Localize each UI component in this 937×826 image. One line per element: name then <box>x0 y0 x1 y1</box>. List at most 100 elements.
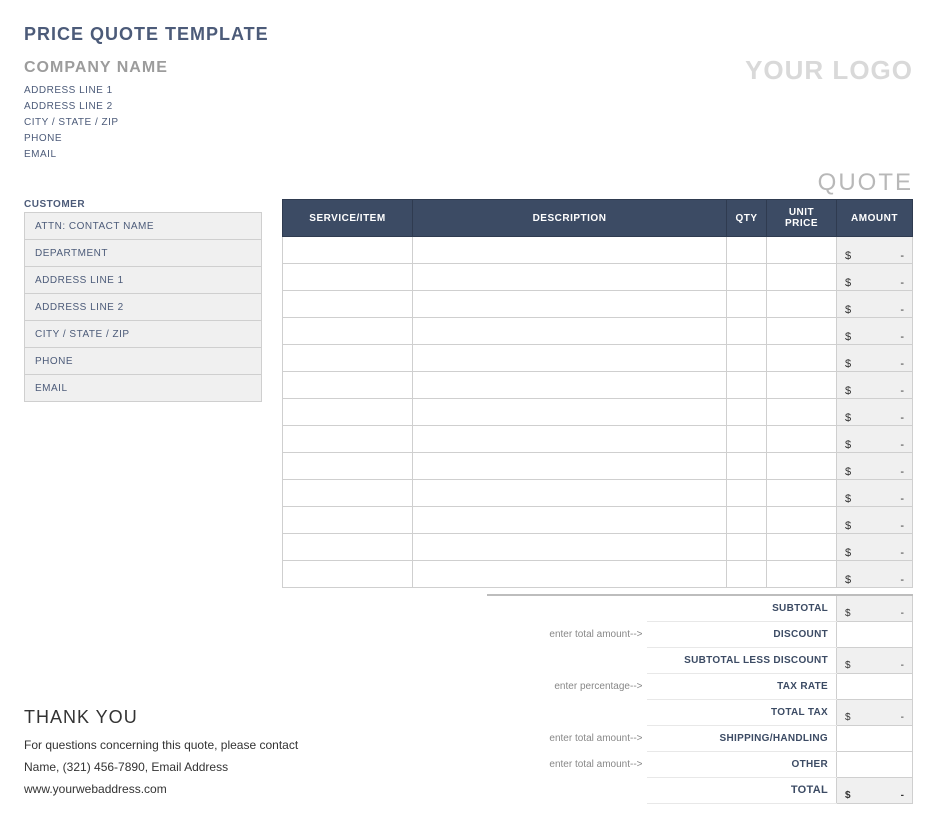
cell-qty[interactable] <box>727 561 767 588</box>
cell-amount: $- <box>837 561 913 588</box>
cell-service[interactable] <box>283 372 413 399</box>
cell-qty[interactable] <box>727 507 767 534</box>
thanks-title: THANK YOU <box>24 707 298 728</box>
cell-qty[interactable] <box>727 399 767 426</box>
cell-service[interactable] <box>283 399 413 426</box>
customer-row[interactable]: ADDRESS LINE 2 <box>25 294 262 321</box>
cell-unit-price[interactable] <box>767 453 837 480</box>
tax-rate-value[interactable] <box>837 673 913 699</box>
cell-amount: $- <box>837 264 913 291</box>
company-email: EMAIL <box>24 147 168 163</box>
totals-subtotal-less-row: SUBTOTAL LESS DISCOUNT $- <box>487 647 913 673</box>
col-unit-price: UNIT PRICE <box>767 200 837 237</box>
cell-description[interactable] <box>413 345 727 372</box>
cell-qty[interactable] <box>727 291 767 318</box>
cell-service[interactable] <box>283 561 413 588</box>
cell-qty[interactable] <box>727 453 767 480</box>
cell-description[interactable] <box>413 426 727 453</box>
cell-description[interactable] <box>413 237 727 264</box>
cell-description[interactable] <box>413 399 727 426</box>
items-table: SERVICE/ITEM DESCRIPTION QTY UNIT PRICE … <box>282 199 913 588</box>
hint: enter total amount--> <box>487 621 647 647</box>
cell-amount: $- <box>837 318 913 345</box>
cell-description[interactable] <box>413 264 727 291</box>
totals-discount-row: enter total amount--> DISCOUNT <box>487 621 913 647</box>
cell-service[interactable] <box>283 264 413 291</box>
cell-description[interactable] <box>413 372 727 399</box>
cell-description[interactable] <box>413 480 727 507</box>
shipping-value[interactable] <box>837 725 913 751</box>
col-service: SERVICE/ITEM <box>283 200 413 237</box>
subtotal-value: $- <box>837 595 913 621</box>
cell-unit-price[interactable] <box>767 318 837 345</box>
company-name: COMPANY NAME <box>24 59 168 77</box>
cell-service[interactable] <box>283 291 413 318</box>
cell-amount: $- <box>837 399 913 426</box>
table-row: $- <box>283 345 913 372</box>
cell-qty[interactable] <box>727 264 767 291</box>
header: COMPANY NAME ADDRESS LINE 1 ADDRESS LINE… <box>24 59 913 163</box>
cell-service[interactable] <box>283 507 413 534</box>
cell-qty[interactable] <box>727 534 767 561</box>
col-qty: QTY <box>727 200 767 237</box>
page-title: PRICE QUOTE TEMPLATE <box>24 24 913 45</box>
body: CUSTOMER ATTN: CONTACT NAME DEPARTMENT A… <box>24 199 913 588</box>
other-value[interactable] <box>837 751 913 777</box>
totals-total-row: TOTAL $- <box>487 777 913 803</box>
cell-service[interactable] <box>283 345 413 372</box>
subtotal-less-label: SUBTOTAL LESS DISCOUNT <box>647 647 837 673</box>
cell-qty[interactable] <box>727 480 767 507</box>
cell-service[interactable] <box>283 426 413 453</box>
totals-shipping-row: enter total amount--> SHIPPING/HANDLING <box>487 725 913 751</box>
cell-description[interactable] <box>413 318 727 345</box>
cell-unit-price[interactable] <box>767 426 837 453</box>
cell-description[interactable] <box>413 507 727 534</box>
cell-service[interactable] <box>283 534 413 561</box>
table-row: $- <box>283 561 913 588</box>
customer-row[interactable]: EMAIL <box>25 375 262 402</box>
cell-unit-price[interactable] <box>767 561 837 588</box>
table-row: $- <box>283 480 913 507</box>
cell-unit-price[interactable] <box>767 480 837 507</box>
cell-description[interactable] <box>413 534 727 561</box>
thanks-line: For questions concerning this quote, ple… <box>24 738 298 752</box>
totals-total-tax-row: TOTAL TAX $- <box>487 699 913 725</box>
cell-qty[interactable] <box>727 372 767 399</box>
cell-qty[interactable] <box>727 345 767 372</box>
col-description: DESCRIPTION <box>413 200 727 237</box>
table-row: $- <box>283 264 913 291</box>
cell-description[interactable] <box>413 453 727 480</box>
cell-service[interactable] <box>283 480 413 507</box>
cell-unit-price[interactable] <box>767 507 837 534</box>
cell-qty[interactable] <box>727 426 767 453</box>
discount-label: DISCOUNT <box>647 621 837 647</box>
cell-qty[interactable] <box>727 237 767 264</box>
customer-row[interactable]: PHONE <box>25 348 262 375</box>
cell-description[interactable] <box>413 561 727 588</box>
cell-service[interactable] <box>283 318 413 345</box>
cell-service[interactable] <box>283 237 413 264</box>
cell-unit-price[interactable] <box>767 264 837 291</box>
cell-amount: $- <box>837 426 913 453</box>
cell-unit-price[interactable] <box>767 237 837 264</box>
customer-row[interactable]: CITY / STATE / ZIP <box>25 321 262 348</box>
cell-unit-price[interactable] <box>767 399 837 426</box>
cell-unit-price[interactable] <box>767 534 837 561</box>
cell-qty[interactable] <box>727 318 767 345</box>
customer-row[interactable]: DEPARTMENT <box>25 240 262 267</box>
cell-description[interactable] <box>413 291 727 318</box>
table-row: $- <box>283 237 913 264</box>
cell-unit-price[interactable] <box>767 345 837 372</box>
hint <box>487 777 647 803</box>
customer-row[interactable]: ATTN: CONTACT NAME <box>25 213 262 240</box>
footer: THANK YOU For questions concerning this … <box>24 594 913 804</box>
cell-amount: $- <box>837 291 913 318</box>
company-addr2: ADDRESS LINE 2 <box>24 99 168 115</box>
discount-value[interactable] <box>837 621 913 647</box>
cell-unit-price[interactable] <box>767 291 837 318</box>
cell-amount: $- <box>837 453 913 480</box>
cell-service[interactable] <box>283 453 413 480</box>
cell-amount: $- <box>837 345 913 372</box>
customer-row[interactable]: ADDRESS LINE 1 <box>25 267 262 294</box>
cell-unit-price[interactable] <box>767 372 837 399</box>
